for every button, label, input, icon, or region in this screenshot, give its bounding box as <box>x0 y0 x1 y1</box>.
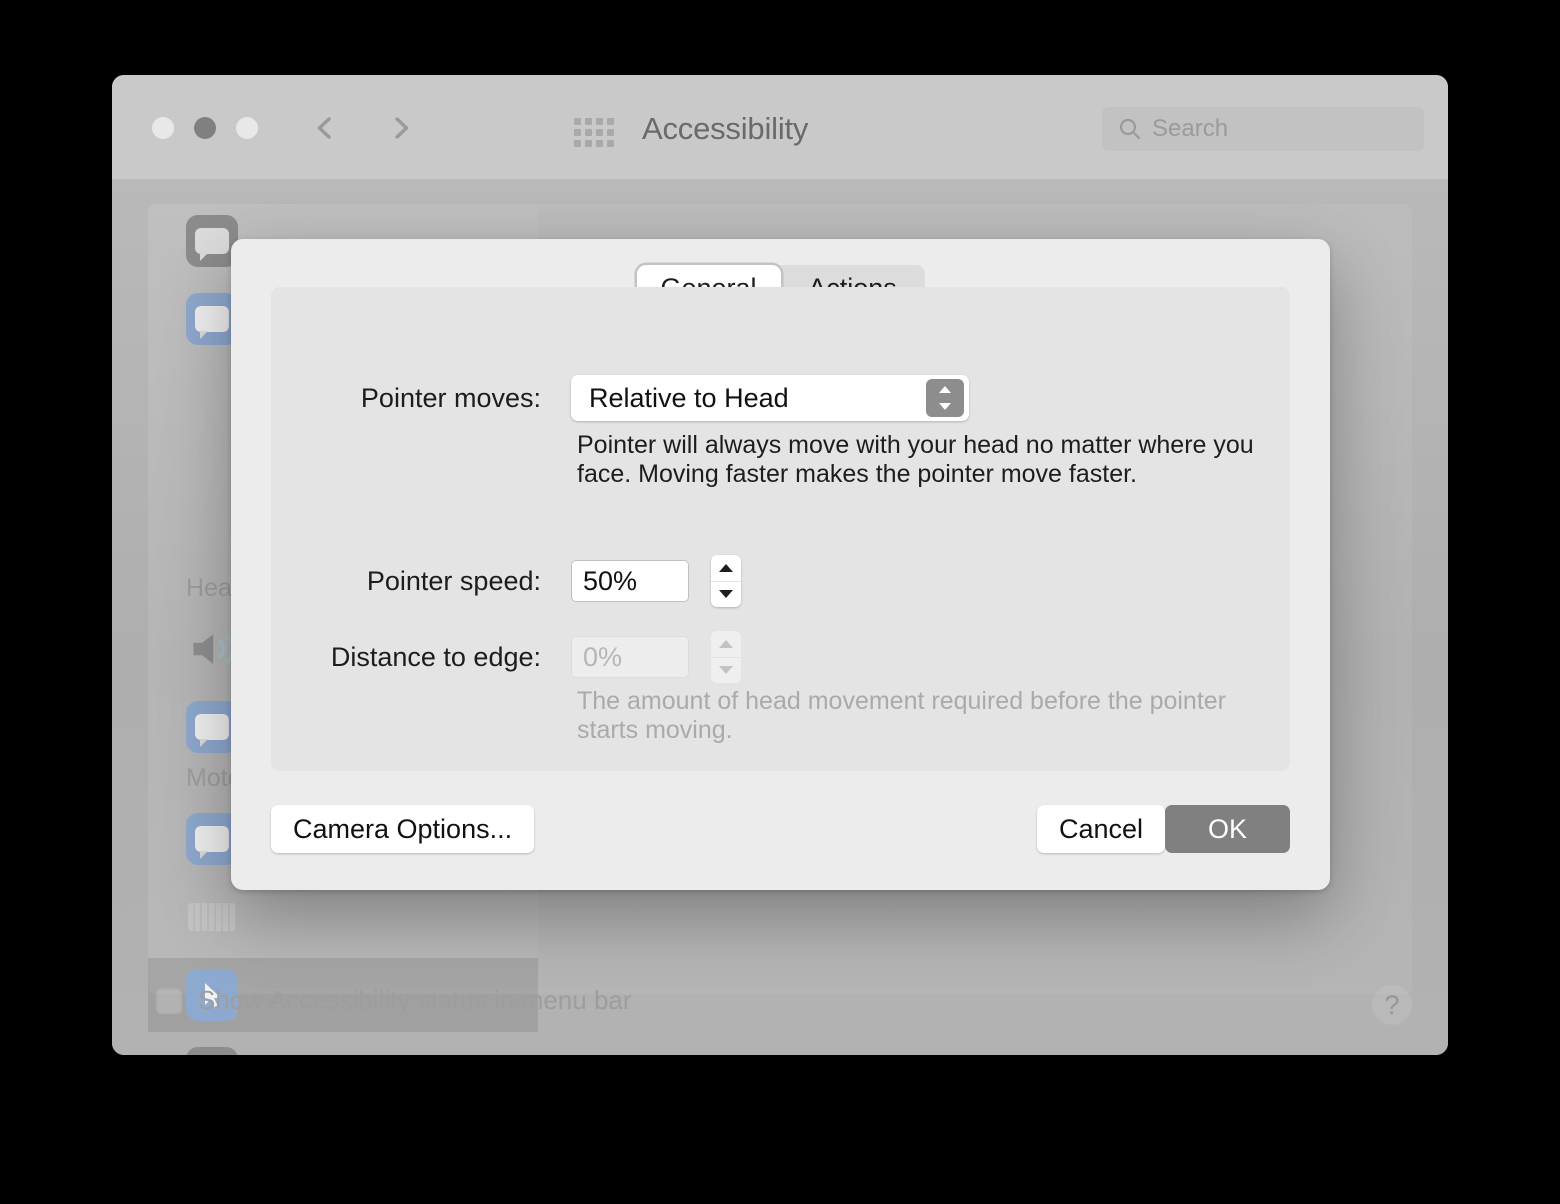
show-status-label: Show Accessibility status in menu bar <box>198 985 632 1015</box>
search-icon <box>1119 118 1141 140</box>
pointer-moves-description: Pointer will always move with your head … <box>577 431 1254 488</box>
camera-options-button[interactable]: Camera Options... <box>271 805 535 853</box>
show-all-grid-icon[interactable] <box>574 118 614 148</box>
distance-to-edge-label: Distance to edge: <box>330 641 541 672</box>
distance-to-edge-row: Distance to edge: 0% <box>271 631 971 683</box>
pointer-speed-row: Pointer speed: 50% <box>271 555 971 607</box>
navigation-arrows <box>310 113 416 143</box>
back-chevron-icon[interactable] <box>310 113 340 143</box>
pointer-moves-label: Pointer moves: <box>360 382 541 413</box>
window-bottom-bar: Show Accessibility status in menu bar ? <box>112 959 1448 1055</box>
pointer-moves-value: Relative to Head <box>589 382 789 413</box>
search-placeholder: Search <box>1152 115 1229 142</box>
stepper-up-icon[interactable] <box>711 555 741 582</box>
pointer-moves-select[interactable]: Relative to Head <box>571 375 969 421</box>
distance-to-edge-value: 0% <box>583 641 623 672</box>
head-pointer-options-sheet: General Actions Pointer moves: Relative … <box>231 239 1330 890</box>
sidebar-item-keyboard[interactable] <box>148 880 538 954</box>
distance-to-edge-stepper <box>711 631 741 683</box>
forward-chevron-icon[interactable] <box>386 113 416 143</box>
pointer-speed-label: Pointer speed: <box>366 565 541 596</box>
distance-to-edge-description: The amount of head movement required bef… <box>577 687 1227 744</box>
chevron-up-down-icon <box>926 379 964 417</box>
window-titlebar: Accessibility Search <box>112 75 1448 180</box>
pointer-moves-row: Pointer moves: Relative to Head <box>271 375 1231 421</box>
general-tab-panel: Pointer moves: Relative to Head Pointer … <box>271 287 1290 771</box>
keyboard-icon <box>186 891 238 943</box>
pointer-speed-input[interactable]: 50% <box>571 560 689 602</box>
distance-to-edge-input: 0% <box>571 636 689 678</box>
stepper-up-icon <box>711 631 741 658</box>
pointer-speed-value: 50% <box>583 565 638 596</box>
sheet-footer: Camera Options... Cancel OK <box>231 805 1330 865</box>
stepper-down-icon <box>711 658 741 684</box>
page-title: Accessibility <box>642 111 809 146</box>
show-status-checkbox-row[interactable]: Show Accessibility status in menu bar <box>156 985 632 1016</box>
close-button-icon[interactable] <box>152 117 174 139</box>
minimize-button-icon[interactable] <box>194 117 216 139</box>
stepper-down-icon[interactable] <box>711 582 741 608</box>
ok-button[interactable]: OK <box>1165 805 1290 853</box>
cancel-button[interactable]: Cancel <box>1036 805 1165 853</box>
maximize-button-icon[interactable] <box>236 117 258 139</box>
pointer-speed-stepper[interactable] <box>711 555 741 607</box>
traffic-lights <box>152 117 258 139</box>
screen: Accessibility Search Hearing Motor Show … <box>0 0 1560 1204</box>
search-field[interactable]: Search <box>1102 107 1424 151</box>
show-status-checkbox[interactable] <box>156 987 182 1014</box>
help-button[interactable]: ? <box>1372 985 1412 1025</box>
